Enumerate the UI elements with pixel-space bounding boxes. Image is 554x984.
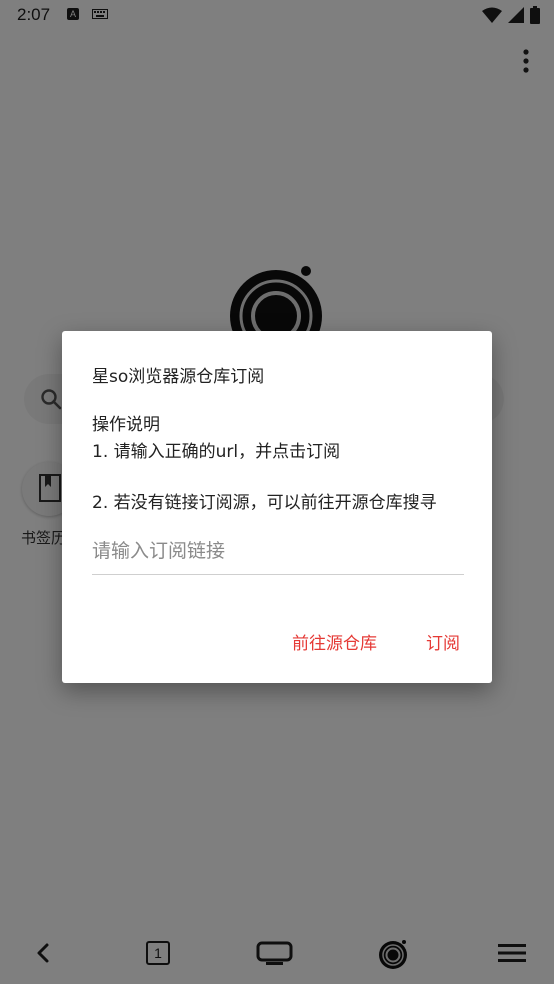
dialog-title: 星so浏览器源仓库订阅: [92, 367, 265, 387]
message-line-2: 2. 若没有链接订阅源，可以前往开源仓库搜寻: [92, 493, 437, 513]
dialog-message: 操作说明 1. 请输入正确的url，并点击订阅 2. 若没有链接订阅源，可以前往…: [92, 412, 482, 517]
message-heading: 操作说明: [92, 415, 160, 435]
go-to-repository-button[interactable]: 前往源仓库: [292, 629, 377, 654]
subscribe-button[interactable]: 订阅: [426, 629, 460, 654]
subscribe-dialog: 星so浏览器源仓库订阅 操作说明 1. 请输入正确的url，并点击订阅 2. 若…: [62, 331, 492, 683]
subscription-url-input[interactable]: [92, 528, 464, 575]
message-line-1: 1. 请输入正确的url，并点击订阅: [92, 442, 341, 462]
